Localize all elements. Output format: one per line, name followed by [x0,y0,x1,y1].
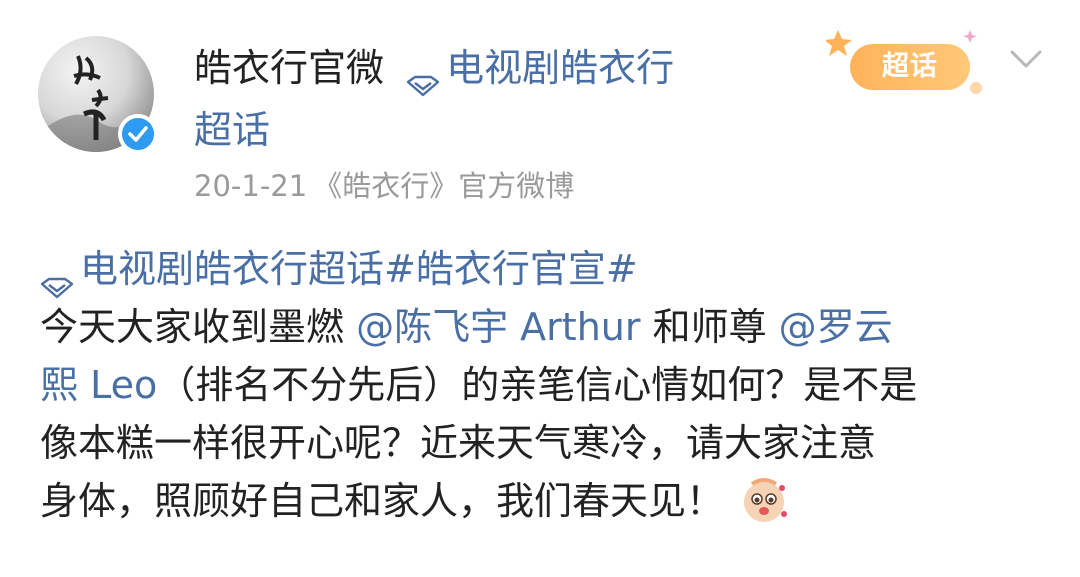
mention-link-2[interactable]: @罗云 [779,305,893,349]
content-line-2: 今天大家收到墨燃 @陈飞宇 Arthur 和师尊 @罗云 [40,298,1050,356]
content-line-3: 熙 Leo（排名不分先后）的亲笔信心情如何？是不是 [40,356,1050,414]
author-name[interactable]: 皓衣行官微 [194,46,384,90]
mention-link-1[interactable]: @陈飞宇 Arthur [356,305,640,349]
super-topic-diamond-icon [40,257,74,298]
mention-link-2-cont[interactable]: 熙 Leo [40,363,157,407]
super-topic-diamond-icon [406,56,440,96]
author-header: 皓衣行官微 电视剧皓衣行 [194,40,674,96]
super-badge-label: 超话 [850,44,970,90]
content-text: 和师尊 [640,305,779,349]
happy-sticker-icon [738,474,790,526]
content-line-4: 像本糕一样很开心呢？近来天气寒冷，请大家注意 [40,421,877,465]
verified-icon [118,114,158,154]
content-topic-link[interactable]: 电视剧皓衣行超话 [40,247,385,298]
topic-link-label: 电视剧皓衣行 [446,46,675,90]
post-meta: 20-1-21 《皓衣行》官方微博 [194,166,580,206]
post-date: 20-1-21 [194,169,308,203]
topic-link-label-cont[interactable]: 超话 [194,102,270,158]
chevron-down-icon[interactable] [1006,44,1046,74]
content-line-5: 身体，照顾好自己和家人，我们春天见！ [40,472,1050,530]
super-topic-badge[interactable]: 超话 [826,22,986,100]
content-text: 今天大家收到墨燃 [40,305,357,349]
hashtag-link[interactable]: #皓衣行官宣# [384,247,638,291]
topic-link[interactable]: 电视剧皓衣行 [406,46,675,96]
content-text: 身体，照顾好自己和家人，我们春天见！ [40,479,725,523]
post-content: 电视剧皓衣行超话#皓衣行官宣# 今天大家收到墨燃 @陈飞宇 Arthur 和师尊… [40,240,1050,530]
content-line-1: 电视剧皓衣行超话#皓衣行官宣# [40,240,1050,298]
weibo-post: 皓衣行官微 电视剧皓衣行 超话 20-1-21 《皓衣行》官方微博 超话 电视剧… [0,0,1080,577]
content-topic-label: 电视剧皓衣行超话 [80,247,385,291]
post-source[interactable]: 《皓衣行》官方微博 [313,169,574,203]
content-text: （排名不分先后）的亲笔信心情如何？是不是 [157,363,918,407]
author-avatar[interactable] [38,36,158,154]
